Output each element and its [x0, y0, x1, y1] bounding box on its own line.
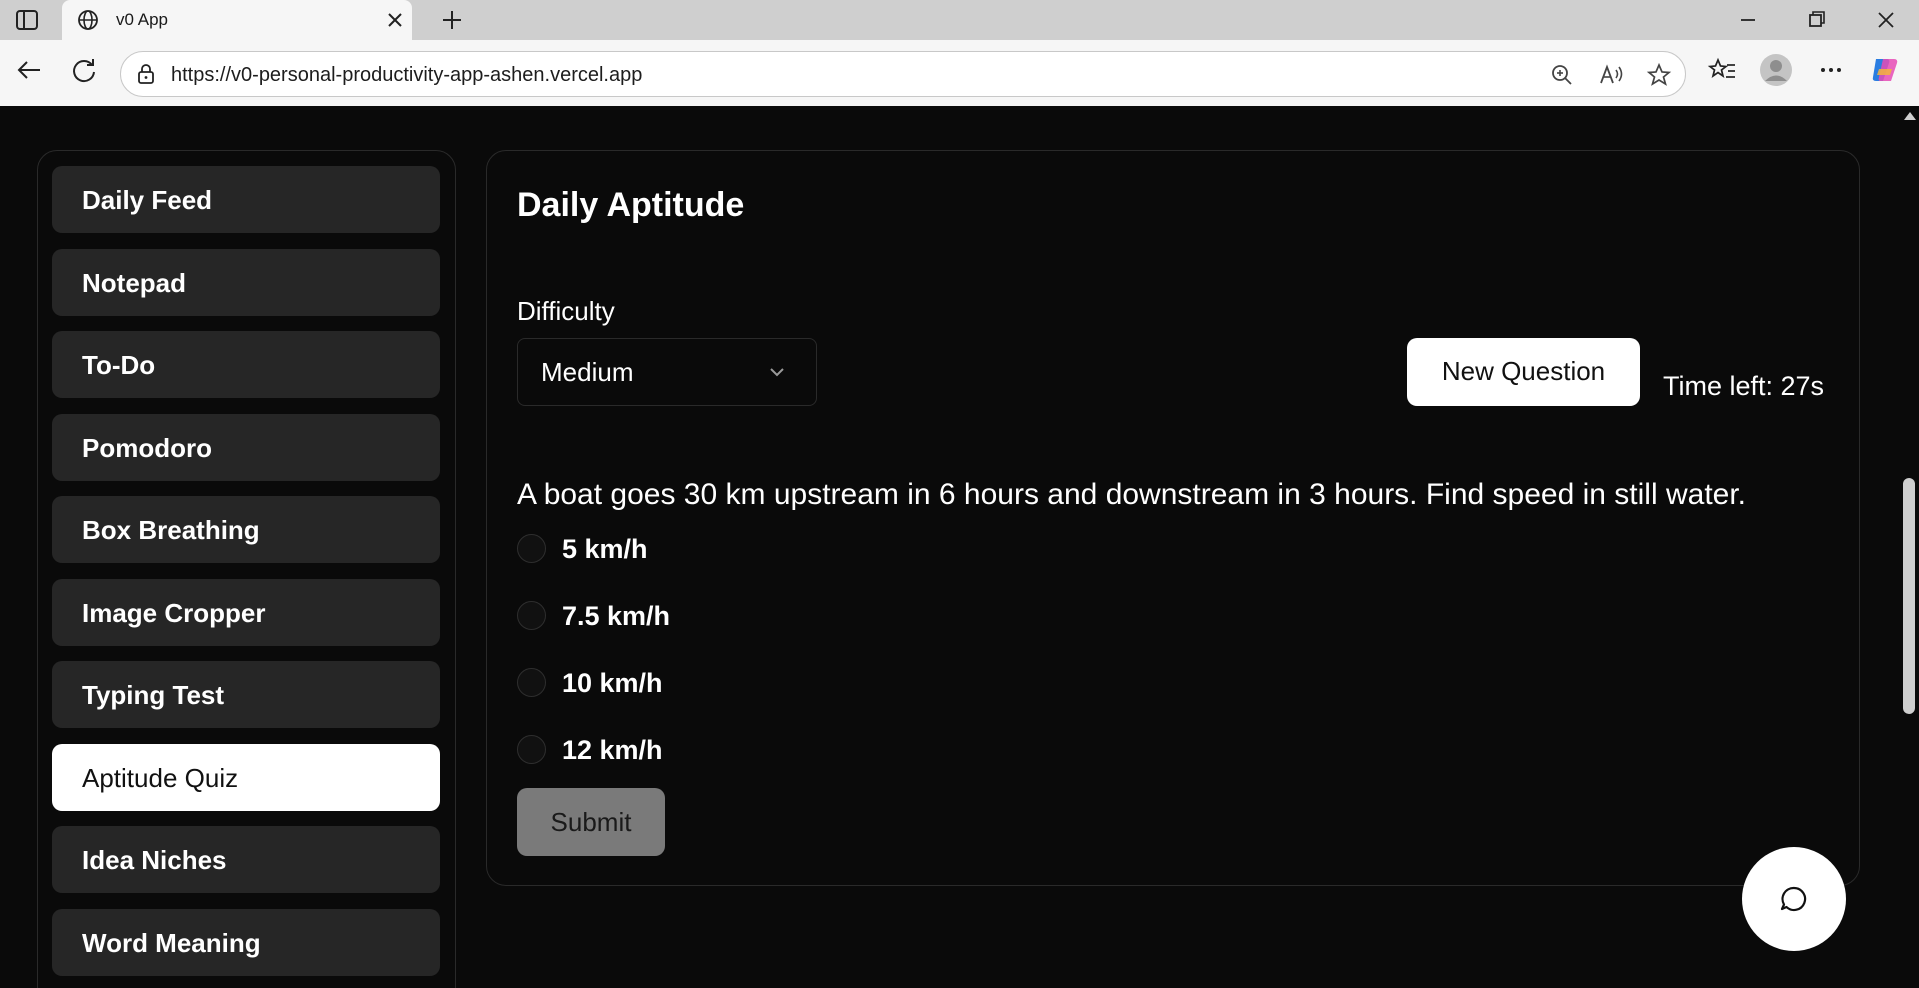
- browser-tab-bar: v0 App: [0, 0, 1919, 40]
- profile-avatar-icon[interactable]: [1759, 53, 1793, 87]
- new-question-button[interactable]: New Question: [1407, 338, 1640, 406]
- sidebar-item-notepad[interactable]: Notepad: [52, 249, 440, 316]
- sidebar-item-pomodoro[interactable]: Pomodoro: [52, 414, 440, 481]
- sidebar-item-label: Word Meaning: [82, 928, 261, 958]
- more-options-icon[interactable]: [1814, 53, 1848, 87]
- scroll-thumb[interactable]: [1903, 478, 1915, 714]
- address-bar[interactable]: https://v0-personal-productivity-app-ash…: [120, 51, 1686, 97]
- close-window-icon[interactable]: [1868, 6, 1904, 34]
- scroll-up-arrow-icon[interactable]: [1904, 112, 1916, 120]
- sidebar-item-label: Aptitude Quiz: [82, 763, 239, 793]
- minimize-icon[interactable]: [1730, 6, 1766, 34]
- browser-tab[interactable]: v0 App: [62, 0, 412, 40]
- option-label: 5 km/h: [562, 534, 648, 564]
- option-label: 10 km/h: [562, 668, 663, 698]
- answer-option[interactable]: 10 km/h: [517, 666, 917, 700]
- sidebar-item-image-cropper[interactable]: Image Cropper: [52, 579, 440, 646]
- sidebar-item-box-breathing[interactable]: Box Breathing: [52, 496, 440, 563]
- question-text: A boat goes 30 km upstream in 6 hours an…: [517, 478, 1747, 511]
- close-tab-icon[interactable]: [384, 9, 406, 31]
- sidebar-item-label: Pomodoro: [82, 433, 212, 463]
- option-label: 12 km/h: [562, 735, 663, 765]
- sidebar-item-label: Daily Feed: [82, 185, 213, 215]
- time-left-text: Time left: 27s: [1663, 371, 1825, 401]
- radio-button[interactable]: [517, 668, 546, 697]
- sidebar-item-typing-test[interactable]: Typing Test: [52, 661, 440, 728]
- favorite-star-icon[interactable]: [1646, 62, 1672, 88]
- globe-icon: [76, 8, 100, 32]
- difficulty-value: Medium: [541, 357, 634, 387]
- radio-button[interactable]: [517, 735, 546, 764]
- answer-option[interactable]: 5 km/h: [517, 532, 917, 566]
- back-arrow-icon[interactable]: [12, 53, 46, 87]
- chat-bubble-icon: [1780, 886, 1807, 912]
- submit-label: Submit: [550, 807, 632, 837]
- difficulty-select[interactable]: Medium: [517, 338, 817, 406]
- page-scrollbar[interactable]: [1898, 106, 1919, 988]
- favorites-icon[interactable]: [1706, 53, 1740, 87]
- refresh-icon[interactable]: [67, 53, 101, 87]
- browser-toolbar: https://v0-personal-productivity-app-ash…: [0, 40, 1919, 106]
- difficulty-label: Difficulty: [517, 296, 615, 326]
- chat-button[interactable]: [1742, 847, 1846, 951]
- sidebar-item-daily-feed[interactable]: Daily Feed: [52, 166, 440, 233]
- chevron-down-icon: [766, 361, 788, 383]
- new-question-label: New Question: [1441, 356, 1606, 386]
- answer-option[interactable]: 7.5 km/h: [517, 599, 917, 633]
- sidebar-item-aptitude-quiz[interactable]: Aptitude Quiz: [52, 744, 440, 811]
- option-label: 7.5 km/h: [562, 601, 671, 631]
- sidebar-item-to-do[interactable]: To-Do: [52, 331, 440, 398]
- radio-button[interactable]: [517, 601, 546, 630]
- tab-actions-icon[interactable]: [14, 8, 40, 32]
- submit-button[interactable]: Submit: [517, 788, 665, 856]
- radio-button[interactable]: [517, 534, 546, 563]
- new-tab-icon[interactable]: [438, 6, 466, 34]
- sidebar-item-label: To-Do: [82, 350, 156, 380]
- url-text: https://v0-personal-productivity-app-ash…: [171, 64, 643, 86]
- answer-option[interactable]: 12 km/h: [517, 733, 917, 767]
- sidebar-item-label: Typing Test: [82, 680, 225, 710]
- quiz-card: [486, 150, 1860, 886]
- zoom-icon[interactable]: [1549, 62, 1575, 88]
- sidebar-item-label: Image Cropper: [82, 598, 266, 628]
- lock-icon[interactable]: [135, 63, 157, 85]
- sidebar-item-label: Box Breathing: [82, 515, 260, 545]
- sidebar-item-label: Idea Niches: [82, 845, 227, 875]
- quiz-title: Daily Aptitude: [517, 186, 745, 224]
- sidebar-item-label: Notepad: [82, 268, 186, 298]
- read-aloud-icon[interactable]: [1598, 62, 1624, 88]
- tab-title: v0 App: [116, 10, 168, 29]
- sidebar-item-word-meaning[interactable]: Word Meaning: [52, 909, 440, 976]
- copilot-icon[interactable]: [1868, 53, 1902, 87]
- sidebar-item-idea-niches[interactable]: Idea Niches: [52, 826, 440, 893]
- restore-icon[interactable]: [1798, 6, 1834, 34]
